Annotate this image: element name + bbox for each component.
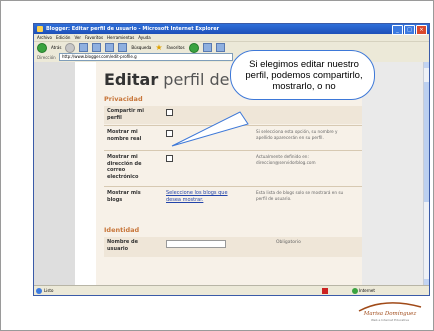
internet-zone-icon bbox=[352, 288, 358, 294]
status-text: Listo bbox=[44, 288, 54, 293]
vertical-scrollbar[interactable] bbox=[423, 62, 429, 285]
scroll-thumb[interactable] bbox=[424, 82, 429, 202]
menu-archivo[interactable]: Archivo bbox=[37, 34, 52, 41]
menu-favoritos[interactable]: Favoritos bbox=[85, 34, 103, 41]
row-username: Nombre de usuario Obligatorio bbox=[104, 237, 362, 257]
section-identity-title: Identidad bbox=[104, 226, 140, 234]
media-icon[interactable] bbox=[188, 42, 199, 53]
callout-bubble: Si elegimos editar nuestro perfil, podem… bbox=[230, 50, 375, 100]
print-icon[interactable] bbox=[215, 43, 225, 52]
row-label: Mostrar mi nombre real bbox=[107, 129, 142, 142]
logo-subtitle: Web e Internet Educativa bbox=[371, 318, 409, 322]
ie-icon bbox=[37, 26, 43, 32]
stop-icon[interactable] bbox=[79, 43, 89, 52]
menu-bar: Archivo Edición Ver Favoritos Herramient… bbox=[34, 34, 429, 41]
page-icon bbox=[36, 288, 42, 294]
required-label: Obligatorio bbox=[276, 240, 301, 245]
search-label[interactable]: Búsqueda bbox=[131, 45, 151, 50]
row-label: Mostrar mi dirección de correo electróni… bbox=[107, 154, 142, 180]
back-icon[interactable] bbox=[37, 42, 47, 53]
logo-name: Marisa Domínguez bbox=[363, 311, 417, 317]
favorites-icon[interactable]: ★ bbox=[155, 43, 162, 52]
page-left-margin bbox=[34, 62, 75, 285]
callout-pointer bbox=[171, 111, 249, 147]
row-show-blogs: Mostrar mis blogs Seleccione los blogs q… bbox=[104, 188, 362, 218]
section-privacy-title: Privacidad bbox=[104, 95, 143, 103]
forward-icon[interactable] bbox=[65, 42, 76, 53]
page-title: Editar perfil de u bbox=[104, 70, 245, 89]
select-blogs-link[interactable]: Seleccione los blogs que desea mostrar. bbox=[166, 190, 236, 203]
search-icon[interactable] bbox=[118, 43, 128, 52]
address-label: Dirección bbox=[37, 54, 56, 60]
home-icon[interactable] bbox=[105, 43, 115, 52]
refresh-icon[interactable] bbox=[92, 43, 102, 52]
author-logo: Marisa Domínguez Web e Internet Educativ… bbox=[355, 298, 425, 326]
menu-edicion[interactable]: Edición bbox=[56, 34, 70, 41]
menu-ayuda[interactable]: Ayuda bbox=[138, 34, 150, 41]
menu-ver[interactable]: Ver bbox=[74, 34, 81, 41]
divider bbox=[104, 150, 362, 151]
back-label[interactable]: Atrás bbox=[51, 45, 61, 50]
divider bbox=[104, 186, 362, 187]
row-label: Mostrar mis blogs bbox=[107, 190, 141, 203]
page-right-margin bbox=[362, 62, 423, 285]
row-show-email: Mostrar mi dirección de correo electróni… bbox=[104, 152, 362, 185]
row-label: Compartir mi perfil bbox=[107, 108, 144, 121]
zone-text: Internet bbox=[359, 288, 375, 293]
row-label: Nombre de usuario bbox=[107, 239, 138, 252]
row-description: Esta lista de blogs solo se mostrará en … bbox=[256, 190, 344, 201]
security-icon bbox=[322, 288, 328, 294]
window-title: Blogger: Editar perfil de usuario - Micr… bbox=[46, 26, 220, 32]
status-bar: Listo Internet bbox=[34, 285, 429, 295]
scroll-up-button[interactable] bbox=[424, 62, 429, 68]
favorites-label[interactable]: Favoritos bbox=[166, 45, 184, 50]
callout-text: Si elegimos editar nuestro perfil, podem… bbox=[245, 59, 363, 92]
username-input[interactable] bbox=[166, 240, 226, 248]
show-email-checkbox[interactable] bbox=[166, 155, 173, 162]
title-bar: Blogger: Editar perfil de usuario - Micr… bbox=[34, 24, 429, 35]
mail-icon[interactable] bbox=[202, 43, 212, 52]
address-input[interactable]: http://www.blogger.com/edit-profile.g bbox=[59, 53, 233, 61]
toolbar: Atrás Búsqueda ★ Favoritos bbox=[34, 41, 429, 53]
row-description: Actualmente definido en: direccion@servi… bbox=[256, 154, 316, 165]
row-description: Si selecciona esta opción, su nombre y a… bbox=[256, 129, 338, 140]
menu-herramientas[interactable]: Herramientas bbox=[107, 34, 134, 41]
